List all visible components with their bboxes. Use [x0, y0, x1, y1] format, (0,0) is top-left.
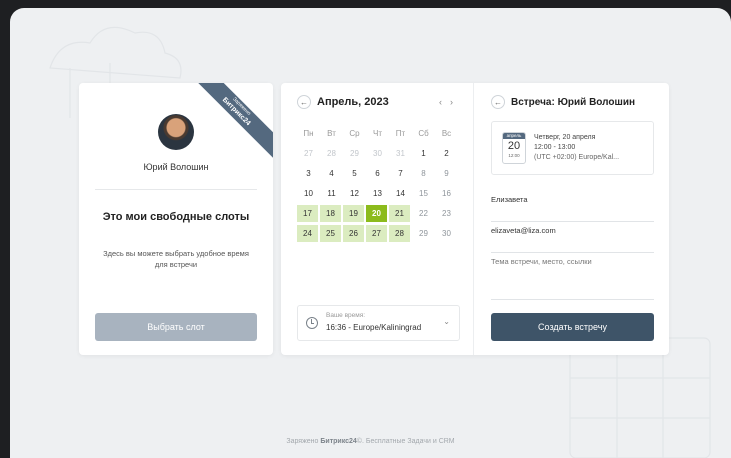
calendar-day: 8 — [421, 169, 426, 178]
mini-time: 12:00 — [508, 153, 520, 158]
calendar-day: 14 — [396, 189, 405, 198]
calendar-day[interactable]: 26 — [343, 225, 366, 242]
weekday-label: Чт — [373, 129, 382, 138]
timezone-select[interactable]: Ваше время: 16:36 - Europe/Kaliningrad ⌄ — [297, 305, 460, 341]
profile-description: Здесь вы можете выбрать удобное время дл… — [103, 249, 249, 269]
profile-card: Заряжено Битрикс24 Юрий Волошин Это мои … — [79, 83, 273, 355]
ribbon-caption: Заряжено — [231, 96, 252, 117]
calendar-day: 31 — [396, 149, 405, 158]
calendar-day: 4 — [329, 169, 334, 178]
topic-field[interactable]: Тема встречи, место, ссылки — [491, 257, 654, 300]
weekday-label: Сб — [418, 129, 429, 138]
calendar-day: 29 — [350, 149, 359, 158]
calendar-day: 5 — [352, 169, 357, 178]
calendar-day: 30 — [373, 149, 382, 158]
profile-heading: Это мои свободные слоты — [102, 211, 250, 223]
footer-brand[interactable]: Битрикс24 — [320, 438, 356, 445]
calendar-day: 6 — [375, 169, 380, 178]
calendar-day: 7 — [398, 169, 403, 178]
calendar-day: 28 — [327, 149, 336, 158]
calendar-day: 16 — [442, 189, 451, 198]
calendar-day: 11 — [327, 189, 336, 198]
calendar-day: 3 — [306, 169, 311, 178]
chevron-down-icon: ⌄ — [443, 317, 450, 326]
calendar-day: 10 — [304, 189, 313, 198]
calendar-day: 1 — [421, 149, 426, 158]
weekday-label: Ср — [349, 129, 360, 138]
weekday-label: Вс — [441, 129, 452, 138]
meeting-form: ← Встреча: Юрий Волошин апрель 20 12:00 … — [475, 83, 669, 355]
calendar-day: 23 — [442, 209, 451, 218]
calendar-month: Апрель, 2023 — [317, 96, 389, 108]
calendar-day[interactable]: 18 — [320, 205, 343, 222]
form-title: Встреча: Юрий Волошин — [511, 96, 636, 108]
calendar-day: 27 — [304, 149, 313, 158]
calendar-day[interactable]: 17 — [297, 205, 320, 222]
calendar-day: 2 — [444, 149, 449, 158]
calendar-day-selected[interactable]: 20 — [366, 205, 389, 222]
weekday-label: Пт — [395, 129, 406, 138]
timezone-label: Ваше время: — [326, 312, 366, 319]
profile-name: Юрий Волошин — [143, 162, 209, 172]
event-time: 12:00 - 13:00 — [534, 144, 576, 151]
create-meeting-button[interactable]: Создать встречу — [491, 313, 654, 341]
name-field[interactable]: Елизавета — [491, 195, 654, 222]
calendar-date-icon: апрель 20 12:00 — [502, 132, 526, 164]
weekday-label: Пн — [303, 129, 314, 138]
calendar-header: ← Апрель, 2023 — [297, 95, 389, 109]
footer: Заряжено Битрикс24©. Бесплатные Задачи и… — [10, 438, 731, 445]
divider — [95, 189, 257, 190]
chevron-right-icon[interactable]: › — [450, 97, 461, 107]
calendar-day[interactable]: 19 — [343, 205, 366, 222]
footer-suffix: ©. Бесплатные Задачи и CRM — [356, 438, 455, 445]
timezone-value: 16:36 - Europe/Kaliningrad — [326, 323, 422, 332]
clock-icon — [306, 317, 318, 329]
mini-day: 20 — [507, 140, 521, 152]
calendar-day[interactable]: 28 — [389, 225, 412, 242]
calendar-day: 22 — [419, 209, 428, 218]
calendar-day: 29 — [419, 229, 428, 238]
weekday-label: Вт — [327, 129, 336, 138]
calendar-day: 12 — [350, 189, 359, 198]
bitrix24-ribbon[interactable]: Заряжено Битрикс24 — [185, 83, 273, 163]
calendar-day: 15 — [419, 189, 428, 198]
footer-prefix: Заряжено — [286, 438, 319, 445]
avatar — [158, 114, 194, 150]
back-arrow-icon[interactable]: ← — [491, 95, 505, 109]
form-header: ← Встреча: Юрий Волошин — [491, 95, 635, 109]
booking-card: ← Апрель, 2023 ‹› Пн Вт Ср Чт Пт Сб Вс 27 28 29 30… — [281, 83, 669, 355]
arrow-left-icon[interactable]: ← — [297, 95, 311, 109]
event-timezone: (UTC +02:00) Europe/Kal... — [534, 154, 620, 161]
calendar-grid: Пн Вт Ср Чт Пт Сб Вс 27 28 29 30 31 1 2 3 4 5 6 7 8 9 10 11 12 1… — [297, 125, 458, 242]
calendar-day[interactable]: 24 — [297, 225, 320, 242]
calendar-day: 9 — [444, 169, 449, 178]
calendar-panel: ← Апрель, 2023 ‹› Пн Вт Ср Чт Пт Сб Вс 27 28 29 30… — [281, 83, 474, 355]
chevron-left-icon[interactable]: ‹ — [439, 97, 450, 107]
calendar-day: 30 — [442, 229, 451, 238]
month-navigation: ‹› — [439, 97, 461, 107]
event-date: Четверг, 20 апреля — [534, 134, 596, 141]
calendar-day[interactable]: 21 — [389, 205, 412, 222]
event-summary: апрель 20 12:00 Четверг, 20 апреля 12:00… — [491, 121, 654, 175]
choose-slot-button[interactable]: Выбрать слот — [95, 313, 257, 341]
booking-page: Заряжено Битрикс24 Юрий Волошин Это мои … — [10, 8, 731, 458]
calendar-day[interactable]: 25 — [320, 225, 343, 242]
calendar-day[interactable]: 27 — [366, 225, 389, 242]
email-field[interactable]: elizaveta@liza.com — [491, 226, 654, 253]
calendar-day: 13 — [373, 189, 382, 198]
